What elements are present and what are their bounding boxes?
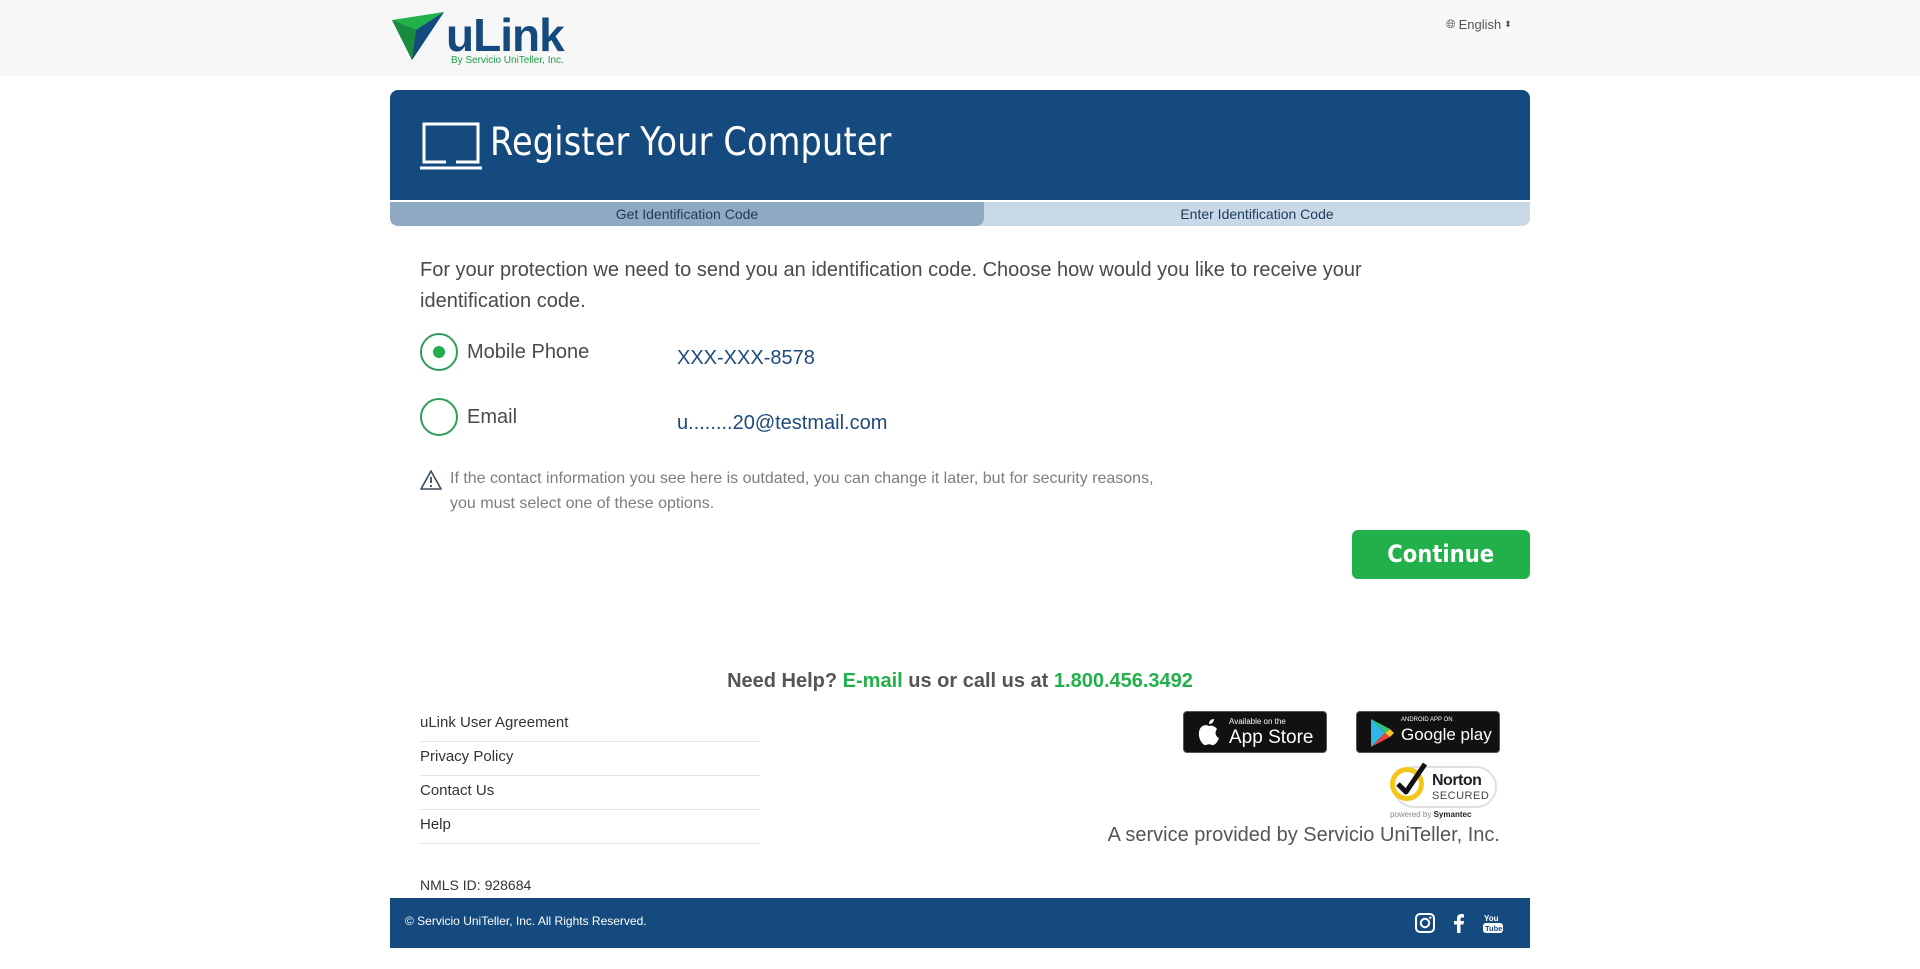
- option-mobile-phone[interactable]: Mobile Phone XXX-XXX-8578: [420, 333, 815, 371]
- step-enter-code: Enter Identification Code: [1180, 206, 1334, 222]
- norton-secured-seal[interactable]: Norton SECURED powered by Symantec: [1385, 760, 1501, 822]
- warning-icon: [420, 470, 442, 490]
- help-middle: us or call us at: [908, 670, 1049, 692]
- email-label: Email: [467, 405, 518, 428]
- google-play-big: Google play: [1401, 725, 1492, 744]
- continue-label: Continue: [1387, 540, 1495, 568]
- norton-powered-prefix: powered by: [1390, 810, 1432, 819]
- logo-subtitle: By Servicio UniTeller, Inc.: [451, 55, 564, 66]
- nmls-id: NMLS ID: 928684: [420, 877, 532, 893]
- warning-text: If the contact information you see here …: [450, 470, 1154, 512]
- option-email[interactable]: Email u........20@testmail.com: [420, 398, 887, 436]
- main-panel: Register Your Computer Get Identificatio…: [390, 90, 1530, 579]
- app-store-big: App Store: [1229, 727, 1314, 748]
- intro-text: For your protection we need to send you …: [420, 259, 1362, 312]
- help-email-link[interactable]: E-mail: [843, 670, 903, 692]
- apple-icon: [1198, 719, 1219, 746]
- warning-note: If the contact information you see here …: [420, 466, 1160, 516]
- mobile-phone-value: XXX-XXX-8578: [677, 346, 815, 369]
- google-play-icon: [1371, 719, 1394, 747]
- link-contact-us[interactable]: Contact Us: [420, 776, 760, 810]
- link-privacy-policy[interactable]: Privacy Policy: [420, 742, 760, 776]
- norton-name: Norton: [1432, 772, 1482, 789]
- continue-button[interactable]: Continue: [1352, 530, 1530, 579]
- progress-steps: Get Identification Code Enter Identifica…: [390, 202, 1530, 226]
- form-content: For your protection we need to send you …: [420, 255, 1530, 579]
- service-provider-text: A service provided by Servicio UniTeller…: [1107, 824, 1500, 846]
- bottom-bar: © Servicio UniTeller, Inc. All Rights Re…: [390, 898, 1530, 948]
- norton-secured-text: SECURED: [1432, 790, 1490, 802]
- ulink-logo[interactable]: uLink By Servicio UniTeller, Inc.: [390, 9, 575, 70]
- google-play-badge[interactable]: ANDROID APP ON Google play: [1356, 711, 1500, 753]
- language-label: English: [1458, 17, 1502, 32]
- svg-text:You: You: [1484, 914, 1499, 923]
- help-prefix: Need Help?: [727, 670, 838, 692]
- globe-icon: 🌐︎: [1446, 17, 1456, 31]
- norton-powered-by: powered by Symantec: [1390, 810, 1471, 819]
- laptop-icon: [420, 122, 482, 170]
- instagram-icon[interactable]: [1414, 912, 1436, 934]
- copyright-text: © Servicio UniTeller, Inc. All Rights Re…: [405, 914, 647, 928]
- footer-links: uLink User Agreement Privacy Policy Cont…: [420, 708, 760, 844]
- link-help[interactable]: Help: [420, 810, 760, 844]
- logo-text: uLink: [446, 9, 565, 61]
- norton-check-icon: [1390, 762, 1428, 801]
- mobile-phone-label: Mobile Phone: [467, 340, 590, 363]
- facebook-icon[interactable]: [1448, 912, 1470, 934]
- google-play-small: ANDROID APP ON: [1401, 717, 1453, 723]
- svg-text:Tube: Tube: [1485, 924, 1502, 933]
- email-radio[interactable]: [420, 398, 458, 436]
- app-store-small: Available on the: [1229, 717, 1286, 726]
- top-bar: uLink By Servicio UniTeller, Inc. 🌐︎ Eng…: [0, 0, 1920, 76]
- email-value: u........20@testmail.com: [677, 411, 888, 434]
- sort-arrows-icon: ⬍: [1504, 19, 1512, 29]
- page-header: Register Your Computer: [390, 90, 1530, 200]
- help-line: Need Help? E-mail us or call us at 1.800…: [0, 670, 1920, 693]
- ulink-logo-icon: [392, 12, 444, 60]
- norton-powered-brand: Symantec: [1433, 810, 1472, 819]
- link-user-agreement[interactable]: uLink User Agreement: [420, 708, 760, 742]
- page-title: Register Your Computer: [490, 120, 892, 165]
- help-phone-link[interactable]: 1.800.456.3492: [1054, 670, 1193, 692]
- app-store-badge[interactable]: Available on the App Store: [1183, 711, 1327, 753]
- mobile-phone-radio[interactable]: [420, 333, 458, 371]
- language-selector[interactable]: 🌐︎ English ⬍: [1446, 17, 1512, 32]
- youtube-icon[interactable]: You Tube: [1482, 912, 1504, 934]
- step-get-code: Get Identification Code: [390, 202, 984, 226]
